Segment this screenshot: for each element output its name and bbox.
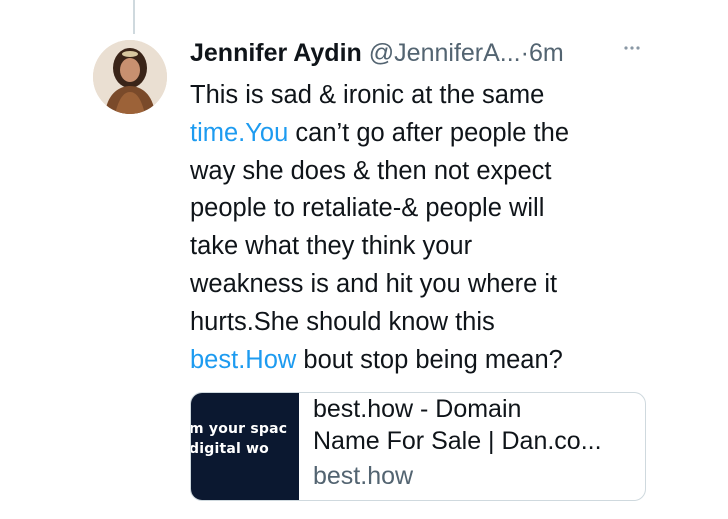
author-handle[interactable]: @JenniferA... xyxy=(369,38,521,68)
tweet-text-line: time.You can’t go after people the xyxy=(190,118,569,147)
tweet-text-line: best.How bout stop being mean? xyxy=(190,345,563,374)
card-thumbnail: m your spac digital wo xyxy=(191,393,299,500)
thread-connector-line xyxy=(133,0,135,34)
tweet-text-line: hurts.She should know this xyxy=(190,307,495,336)
card-domain: best.how xyxy=(313,462,414,490)
card-title: Name For Sale | Dan.co... xyxy=(313,427,602,455)
inline-link[interactable]: best.How xyxy=(190,346,296,374)
tweet-text-line: weakness is and hit you where it xyxy=(190,269,558,298)
avatar-image xyxy=(93,40,167,114)
timestamp[interactable]: 6m xyxy=(529,38,564,68)
separator-dot: · xyxy=(520,39,529,67)
inline-link[interactable]: time.You xyxy=(190,119,288,147)
ellipsis-icon[interactable] xyxy=(620,36,644,60)
tweet-header: Jennifer Aydin @JenniferA... · 6m xyxy=(190,38,564,68)
thumbnail-text: m your spac xyxy=(191,421,288,437)
tweet-text-line: This is sad & ironic at the same xyxy=(190,81,545,109)
link-preview-card[interactable]: m your spac digital wo best.how - Domain… xyxy=(190,392,646,501)
tweet-text-line: way she does & then not expect xyxy=(190,156,552,185)
tweet-text-line: take what they think your xyxy=(190,232,473,261)
tweet-text: This is sad & ironic at the same time.Yo… xyxy=(190,77,630,379)
card-body: best.how - Domain Name For Sale | Dan.co… xyxy=(299,393,645,500)
thumbnail-text: digital wo xyxy=(191,441,270,457)
card-title: best.how - Domain xyxy=(313,395,522,423)
author-name[interactable]: Jennifer Aydin xyxy=(190,38,362,68)
avatar[interactable] xyxy=(93,40,167,114)
tweet-text-line: people to retaliate-& people will xyxy=(190,194,545,223)
